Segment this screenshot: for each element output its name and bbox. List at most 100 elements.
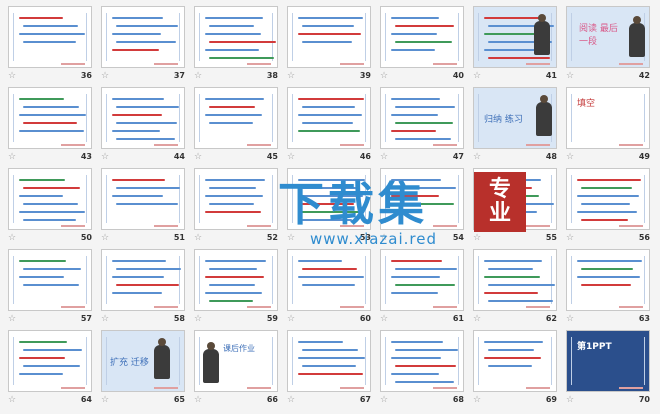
slide-thumbnail[interactable]: 阅读 最后一段 ☆ 42 bbox=[564, 4, 652, 84]
slide-thumbnail[interactable]: ☆ 58 bbox=[99, 247, 187, 327]
slide-thumbnail[interactable]: ☆ 64 bbox=[6, 328, 94, 408]
slide-preview[interactable]: 第1PPT bbox=[566, 330, 650, 392]
slide-preview[interactable] bbox=[473, 6, 557, 68]
slide-preview[interactable] bbox=[8, 6, 92, 68]
slide-thumbnail[interactable]: ☆ 45 bbox=[192, 85, 280, 165]
slide-text-line bbox=[209, 122, 253, 124]
transition-star-icon[interactable]: ☆ bbox=[287, 71, 295, 81]
transition-star-icon[interactable]: ☆ bbox=[194, 233, 202, 243]
transition-star-icon[interactable]: ☆ bbox=[473, 395, 481, 405]
transition-star-icon[interactable]: ☆ bbox=[566, 314, 574, 324]
slide-text-line bbox=[581, 268, 633, 270]
slide-text-line bbox=[298, 17, 363, 19]
slide-preview[interactable] bbox=[101, 168, 185, 230]
transition-star-icon[interactable]: ☆ bbox=[8, 395, 16, 405]
transition-star-icon[interactable]: ☆ bbox=[8, 152, 16, 162]
slide-preview[interactable]: 扩充 迁移 bbox=[101, 330, 185, 392]
slide-footer-mark bbox=[340, 387, 364, 389]
transition-star-icon[interactable]: ☆ bbox=[380, 314, 388, 324]
slide-preview[interactable] bbox=[194, 249, 278, 311]
slide-preview[interactable] bbox=[287, 330, 371, 392]
transition-star-icon[interactable]: ☆ bbox=[287, 152, 295, 162]
transition-star-icon[interactable]: ☆ bbox=[473, 314, 481, 324]
transition-star-icon[interactable]: ☆ bbox=[101, 152, 109, 162]
transition-star-icon[interactable]: ☆ bbox=[287, 395, 295, 405]
slide-preview[interactable] bbox=[566, 249, 650, 311]
transition-star-icon[interactable]: ☆ bbox=[101, 314, 109, 324]
slide-preview[interactable] bbox=[380, 330, 464, 392]
transition-star-icon[interactable]: ☆ bbox=[380, 71, 388, 81]
slide-preview[interactable] bbox=[473, 330, 557, 392]
slide-meta: ☆ 52 bbox=[194, 233, 278, 245]
slide-preview[interactable]: 归纳 练习 bbox=[473, 87, 557, 149]
transition-star-icon[interactable]: ☆ bbox=[8, 71, 16, 81]
slide-preview[interactable] bbox=[8, 330, 92, 392]
slide-thumbnail[interactable]: 归纳 练习 ☆ 48 bbox=[471, 85, 559, 165]
transition-star-icon[interactable]: ☆ bbox=[473, 152, 481, 162]
slide-thumbnail[interactable]: ☆ 43 bbox=[6, 85, 94, 165]
transition-star-icon[interactable]: ☆ bbox=[380, 152, 388, 162]
slide-frame bbox=[478, 337, 552, 385]
slide-meta: ☆ 41 bbox=[473, 71, 557, 83]
slide-thumbnail[interactable]: ☆ 59 bbox=[192, 247, 280, 327]
slide-thumbnail[interactable]: ☆ 52 bbox=[192, 166, 280, 246]
slide-preview[interactable]: 课后作业 bbox=[194, 330, 278, 392]
slide-thumbnail[interactable]: ☆ 46 bbox=[285, 85, 373, 165]
slide-thumbnail[interactable]: ☆ 63 bbox=[564, 247, 652, 327]
slide-preview[interactable] bbox=[380, 87, 464, 149]
slide-preview[interactable] bbox=[101, 249, 185, 311]
slide-thumbnail[interactable]: ☆ 69 bbox=[471, 328, 559, 408]
transition-star-icon[interactable]: ☆ bbox=[101, 395, 109, 405]
slide-thumbnail[interactable]: ☆ 38 bbox=[192, 4, 280, 84]
transition-star-icon[interactable]: ☆ bbox=[101, 233, 109, 243]
slide-thumbnail[interactable]: ☆ 36 bbox=[6, 4, 94, 84]
slide-preview[interactable]: 阅读 最后一段 bbox=[566, 6, 650, 68]
slide-preview[interactable] bbox=[194, 168, 278, 230]
transition-star-icon[interactable]: ☆ bbox=[566, 395, 574, 405]
slide-thumbnail[interactable]: 课后作业 ☆ 66 bbox=[192, 328, 280, 408]
slide-preview[interactable] bbox=[566, 168, 650, 230]
slide-preview[interactable]: 填空 bbox=[566, 87, 650, 149]
transition-star-icon[interactable]: ☆ bbox=[101, 71, 109, 81]
slide-thumbnail[interactable]: ☆ 51 bbox=[99, 166, 187, 246]
slide-preview[interactable] bbox=[101, 87, 185, 149]
slide-preview[interactable] bbox=[380, 6, 464, 68]
slide-thumbnail[interactable]: 扩充 迁移 ☆ 65 bbox=[99, 328, 187, 408]
slide-preview[interactable] bbox=[8, 168, 92, 230]
slide-number: 62 bbox=[545, 314, 557, 323]
slide-thumbnail[interactable]: ☆ 41 bbox=[471, 4, 559, 84]
slide-preview[interactable] bbox=[8, 249, 92, 311]
slide-thumbnail[interactable]: ☆ 47 bbox=[378, 85, 466, 165]
slide-preview[interactable] bbox=[287, 6, 371, 68]
slide-preview[interactable] bbox=[194, 6, 278, 68]
transition-star-icon[interactable]: ☆ bbox=[287, 314, 295, 324]
slide-text-line bbox=[484, 357, 541, 359]
slide-thumbnail[interactable]: ☆ 56 bbox=[564, 166, 652, 246]
transition-star-icon[interactable]: ☆ bbox=[566, 233, 574, 243]
slide-thumbnail[interactable]: ☆ 40 bbox=[378, 4, 466, 84]
slide-thumbnail[interactable]: ☆ 44 bbox=[99, 85, 187, 165]
slide-thumbnail[interactable]: ☆ 37 bbox=[99, 4, 187, 84]
slide-thumbnail[interactable]: ☆ 57 bbox=[6, 247, 94, 327]
slide-preview[interactable] bbox=[194, 87, 278, 149]
transition-star-icon[interactable]: ☆ bbox=[194, 71, 202, 81]
slide-preview[interactable] bbox=[287, 87, 371, 149]
transition-star-icon[interactable]: ☆ bbox=[8, 233, 16, 243]
transition-star-icon[interactable]: ☆ bbox=[194, 395, 202, 405]
slide-thumbnail[interactable]: ☆ 68 bbox=[378, 328, 466, 408]
slide-text-line bbox=[19, 341, 67, 343]
slide-thumbnail[interactable]: ☆ 50 bbox=[6, 166, 94, 246]
slide-thumbnail[interactable]: ☆ 39 bbox=[285, 4, 373, 84]
transition-star-icon[interactable]: ☆ bbox=[473, 71, 481, 81]
transition-star-icon[interactable]: ☆ bbox=[194, 152, 202, 162]
transition-star-icon[interactable]: ☆ bbox=[194, 314, 202, 324]
slide-preview[interactable] bbox=[101, 6, 185, 68]
transition-star-icon[interactable]: ☆ bbox=[566, 71, 574, 81]
slide-preview[interactable] bbox=[8, 87, 92, 149]
slide-thumbnail[interactable]: 第1PPT ☆ 70 bbox=[564, 328, 652, 408]
transition-star-icon[interactable]: ☆ bbox=[8, 314, 16, 324]
transition-star-icon[interactable]: ☆ bbox=[380, 395, 388, 405]
transition-star-icon[interactable]: ☆ bbox=[566, 152, 574, 162]
slide-thumbnail[interactable]: ☆ 67 bbox=[285, 328, 373, 408]
slide-thumbnail[interactable]: 填空 ☆ 49 bbox=[564, 85, 652, 165]
